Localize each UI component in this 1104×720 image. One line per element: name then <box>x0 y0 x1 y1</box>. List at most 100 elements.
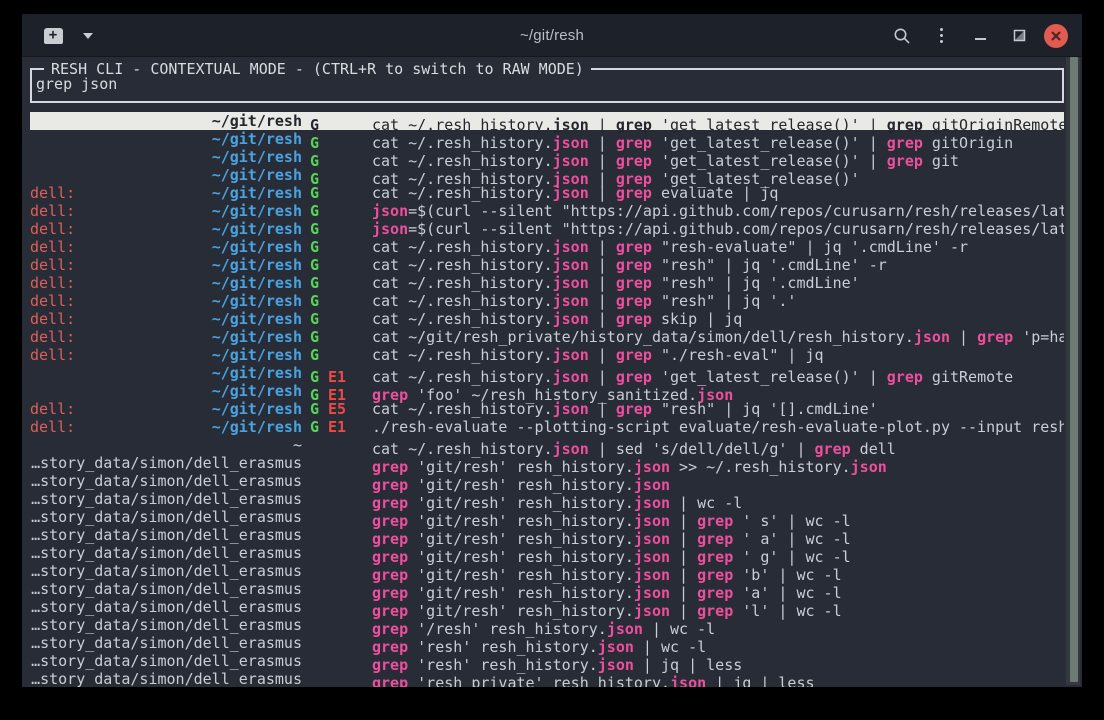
minimize-button[interactable] <box>966 22 994 50</box>
menu-button[interactable] <box>927 22 955 50</box>
row-host-path: …story_data/simon/dell_erasmus <box>30 598 302 616</box>
row-command: cat ~/git/resh_private/history_data/simo… <box>372 328 1064 346</box>
match-highlight: json <box>553 238 589 256</box>
history-row[interactable]: dell:~/git/reshGjson=$(curl --silent "ht… <box>30 202 1064 220</box>
match-highlight: json <box>553 184 589 202</box>
history-row[interactable]: dell:~/git/reshGcat ~/.resh_history.json… <box>30 238 1064 256</box>
row-path: ~/git/resh <box>212 382 302 400</box>
match-highlight: json <box>851 458 887 476</box>
match-highlight: grep <box>372 566 408 584</box>
row-command: grep 'git/resh' resh_history.json | grep… <box>372 584 1064 602</box>
history-row[interactable]: dell:~/git/reshGjson=$(curl --silent "ht… <box>30 220 1064 238</box>
new-tab-button[interactable] <box>40 24 66 48</box>
row-host-path: …story_data/simon/dell_erasmus <box>30 508 302 526</box>
match-highlight: grep <box>372 530 408 548</box>
row-git-flag: G <box>310 152 322 170</box>
row-host-path: …story_data/simon/dell_erasmus <box>30 526 302 544</box>
scrollbar[interactable] <box>1066 57 1080 685</box>
history-row[interactable]: dell:~/git/reshGcat ~/.resh_history.json… <box>30 256 1064 274</box>
match-highlight: grep <box>372 458 408 476</box>
match-highlight: grep <box>887 368 923 386</box>
match-highlight: grep <box>372 602 408 620</box>
row-path: ~/git/resh <box>212 130 302 148</box>
tab-dropdown-button[interactable] <box>80 22 96 50</box>
match-highlight: grep <box>616 184 652 202</box>
row-host-path: dell:~/git/resh <box>30 328 302 346</box>
match-highlight: json <box>372 220 408 238</box>
row-path: ~/git/resh <box>212 364 302 382</box>
match-highlight: json <box>553 310 589 328</box>
history-row[interactable]: dell:~/git/reshGcat ~/git/resh_private/h… <box>30 328 1064 346</box>
history-row[interactable]: dell:~/git/reshGE1./resh-evaluate --plot… <box>30 418 1064 436</box>
row-command: cat ~/.resh_history.json | grep "./resh-… <box>372 346 1064 364</box>
row-path: …story_data/simon/dell_erasmus <box>31 580 302 598</box>
row-command: grep 'git/resh' resh_history.json | grep… <box>372 548 1064 566</box>
row-host-path: dell:~/git/resh <box>30 310 302 328</box>
row-path: …story_data/simon/dell_erasmus <box>31 616 302 634</box>
row-path: ~/git/resh <box>212 238 302 256</box>
search-button[interactable] <box>888 22 916 50</box>
history-row[interactable]: ~/git/reshGE1cat ~/.resh_history.json | … <box>30 364 1064 382</box>
history-row[interactable]: dell:~/git/reshGcat ~/.resh_history.json… <box>30 274 1064 292</box>
history-row[interactable]: dell:~/git/reshGcat ~/.resh_history.json… <box>30 184 1064 202</box>
row-host-path: dell:~/git/resh <box>30 418 302 436</box>
row-host-path: …story_data/simon/dell_erasmus <box>30 562 302 580</box>
history-row[interactable]: dell:~/git/reshGcat ~/.resh_history.json… <box>30 292 1064 310</box>
row-host-path: dell:~/git/resh <box>30 220 302 238</box>
row-host: dell: <box>30 220 75 238</box>
desktop-background: ~/git/resh <box>0 0 1104 720</box>
row-host: dell: <box>30 310 75 328</box>
titlebar: ~/git/resh <box>22 14 1082 57</box>
row-command: grep 'git/resh' resh_history.json <box>372 476 1064 494</box>
row-command: grep 'resh' resh_history.json | jq | les… <box>372 656 1064 674</box>
match-highlight: json <box>670 674 706 687</box>
match-highlight: grep <box>697 530 733 548</box>
match-highlight: grep <box>616 292 652 310</box>
match-highlight: grep <box>616 152 652 170</box>
row-path: …story_data/simon/dell_erasmus <box>31 508 302 526</box>
row-path: …story_data/simon/dell_erasmus <box>31 652 302 670</box>
match-highlight: json <box>553 256 589 274</box>
match-highlight: json <box>634 530 670 548</box>
close-button[interactable] <box>1044 24 1068 48</box>
match-highlight: grep <box>616 400 652 418</box>
row-command: grep 'git/resh' resh_history.json | grep… <box>372 602 1064 620</box>
row-host: dell: <box>30 184 75 202</box>
row-command: json=$(curl --silent "https://api.github… <box>372 202 1064 220</box>
row-command: grep 'git/resh' resh_history.json | grep… <box>372 566 1064 584</box>
row-host: dell: <box>30 418 75 436</box>
match-highlight: json <box>634 458 670 476</box>
row-git-flag: G <box>310 274 322 292</box>
row-path: ~/git/resh <box>212 292 302 310</box>
match-highlight: json <box>553 440 589 458</box>
match-highlight: grep <box>887 116 923 134</box>
titlebar-right-controls <box>888 14 1068 57</box>
match-highlight: grep <box>372 548 408 566</box>
history-row[interactable]: dell:~/git/reshGcat ~/.resh_history.json… <box>30 310 1064 328</box>
history-row[interactable]: dell:~/git/reshGE5cat ~/.resh_history.js… <box>30 400 1064 418</box>
match-highlight: json <box>372 202 408 220</box>
match-highlight: grep <box>977 328 1013 346</box>
history-row[interactable]: ~cat ~/.resh_history.json | sed 's/dell/… <box>30 436 1064 454</box>
row-host: dell: <box>30 238 75 256</box>
restore-button[interactable] <box>1005 22 1033 50</box>
history-row[interactable]: dell:~/git/reshGcat ~/.resh_history.json… <box>30 346 1064 364</box>
match-highlight: grep <box>372 476 408 494</box>
row-git-flag: G <box>310 310 322 328</box>
row-host-path: ~/git/resh <box>30 148 302 166</box>
new-tab-icon <box>44 28 63 44</box>
scrollbar-thumb[interactable] <box>1070 57 1078 682</box>
row-git-flag: G <box>310 184 322 202</box>
row-host-path: ~ <box>30 436 302 454</box>
history-row[interactable]: ~/git/reshGcat ~/.resh_history.json | gr… <box>30 112 1064 130</box>
row-host-path: ~/git/resh <box>30 112 302 130</box>
match-highlight: json <box>634 566 670 584</box>
row-host-path: ~/git/resh <box>30 130 302 148</box>
row-git-flag: G <box>310 134 322 152</box>
search-query-input[interactable]: grep json <box>36 75 117 93</box>
match-highlight: grep <box>616 310 652 328</box>
row-exit-flag: E1 <box>328 418 350 436</box>
row-command: ./resh-evaluate --plotting-script evalua… <box>372 418 1064 436</box>
row-command: cat ~/.resh_history.json | grep "resh-ev… <box>372 238 1064 256</box>
row-command: grep 'resh_private' resh_history.json | … <box>372 674 1064 687</box>
